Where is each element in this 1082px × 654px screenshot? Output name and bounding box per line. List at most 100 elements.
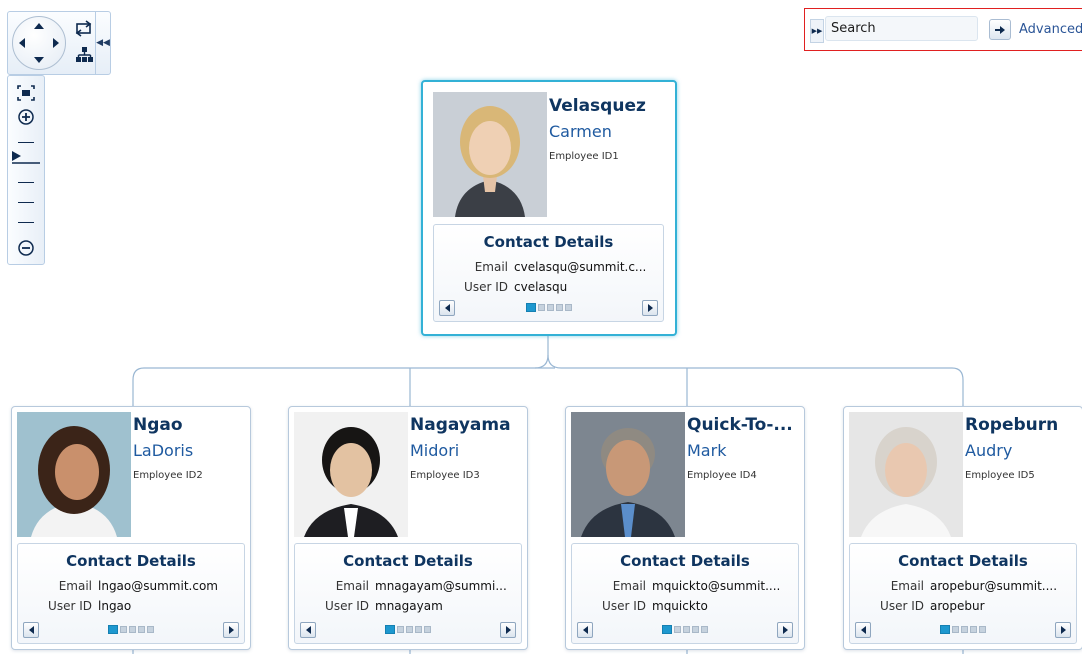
page-dot-active[interactable] [525,303,536,312]
chevron-right-icon [647,304,653,312]
page-dot[interactable] [537,304,545,311]
employee-last-name: Ropeburn [965,415,1059,435]
page-dot[interactable] [970,626,977,633]
page-indicator [434,303,663,312]
email-row: Email mquickto@summit.... [572,579,792,593]
page-dot[interactable] [147,626,154,633]
user-id-row: User ID aropebur [850,599,1070,613]
contact-details-title: Contact Details [66,552,196,570]
user-id-label: User ID [880,599,924,613]
employee-card[interactable]: Velasquez Carmen Employee ID1 Contact De… [421,80,677,336]
employee-photo [17,412,131,537]
email-value: aropebur@summit.... [930,579,1058,593]
contact-details-panel: Contact Details Email lngao@summit.com Us… [17,543,245,644]
employee-card[interactable]: Ropeburn Audry Employee ID5 Contact Deta… [843,406,1082,650]
email-label: Email [612,579,646,593]
contact-details-panel: Contact Details Email mnagayam@summi... U… [294,543,522,644]
page-dot[interactable] [961,626,968,633]
next-page-button[interactable] [1055,622,1071,638]
next-page-button[interactable] [642,300,658,316]
page-dot-active[interactable] [108,625,118,634]
employee-first-name: Mark [687,441,727,460]
user-id-label: User ID [602,599,646,613]
contact-details-title: Contact Details [620,552,750,570]
page-indicator [572,625,798,634]
page-dot-active[interactable] [662,625,672,634]
email-value: mnagayam@summi... [375,579,507,593]
email-value: lngao@summit.com [98,579,218,593]
user-id-label: User ID [464,280,508,294]
email-value: mquickto@summit.... [652,579,781,593]
email-row: Email lngao@summit.com [18,579,238,593]
contact-details-panel: Contact Details Email cvelasqu@summit.c..… [433,224,664,322]
next-page-button[interactable] [223,622,239,638]
email-row: Email cvelasqu@summit.c... [434,260,654,274]
page-dot[interactable] [415,626,422,633]
employee-id: Employee ID4 [687,470,757,481]
chevron-right-icon [505,626,511,634]
employee-photo [571,412,685,537]
next-page-button[interactable] [777,622,793,638]
contact-details-title: Contact Details [483,233,614,251]
employee-card[interactable]: Nagayama Midori Employee ID3 Contact Det… [288,406,528,650]
user-id-label: User ID [48,599,92,613]
page-indicator [18,625,244,634]
page-dot[interactable] [546,304,554,311]
user-id-label: User ID [325,599,369,613]
user-id-value: cvelasqu [514,280,568,294]
contact-details-title: Contact Details [898,552,1028,570]
page-dot[interactable] [564,304,572,311]
user-id-value: mquickto [652,599,708,613]
user-id-row: User ID lngao [18,599,238,613]
chevron-right-icon [228,626,234,634]
employee-first-name: Midori [410,441,460,460]
employee-first-name: Audry [965,441,1013,460]
employee-card[interactable]: Ngao LaDoris Employee ID2 Contact Detail… [11,406,251,650]
email-label: Email [335,579,369,593]
next-page-button[interactable] [500,622,516,638]
page-dot[interactable] [397,626,404,633]
employee-id: Employee ID2 [133,470,203,481]
connector-line [132,335,549,406]
email-row: Email mnagayam@summi... [295,579,515,593]
page-dot[interactable] [952,626,959,633]
employee-id: Employee ID1 [549,151,619,162]
email-label: Email [474,260,508,274]
user-id-value: aropebur [930,599,985,613]
employee-last-name: Ngao [133,415,183,435]
page-dot[interactable] [674,626,681,633]
user-id-value: mnagayam [375,599,443,613]
page-dot[interactable] [555,304,563,311]
page-dot[interactable] [129,626,136,633]
page-dot-active[interactable] [940,625,950,634]
chevron-right-icon [782,626,788,634]
employee-photo [849,412,963,537]
page-dot[interactable] [424,626,431,633]
page-dot[interactable] [683,626,690,633]
employee-last-name: Nagayama [410,415,511,435]
email-row: Email aropebur@summit.... [850,579,1070,593]
page-dot[interactable] [406,626,413,633]
page-dot[interactable] [692,626,699,633]
user-id-row: User ID mquickto [572,599,792,613]
page-dot[interactable] [138,626,145,633]
employee-id: Employee ID3 [410,470,480,481]
page-dot[interactable] [979,626,986,633]
page-dot[interactable] [701,626,708,633]
email-label: Email [58,579,92,593]
email-label: Email [890,579,924,593]
employee-last-name: Quick-To-... [687,415,793,435]
page-dot-active[interactable] [385,625,395,634]
page-indicator [295,625,521,634]
employee-photo [433,92,547,217]
connector-line [561,367,964,406]
page-dot[interactable] [120,626,127,633]
employee-photo [294,412,408,537]
contact-details-title: Contact Details [343,552,473,570]
employee-first-name: Carmen [549,122,612,141]
user-id-value: lngao [98,599,132,613]
email-value: cvelasqu@summit.c... [514,260,647,274]
user-id-row: User ID mnagayam [295,599,515,613]
contact-details-panel: Contact Details Email mquickto@summit....… [571,543,799,644]
employee-card[interactable]: Quick-To-... Mark Employee ID4 Contact D… [565,406,805,650]
